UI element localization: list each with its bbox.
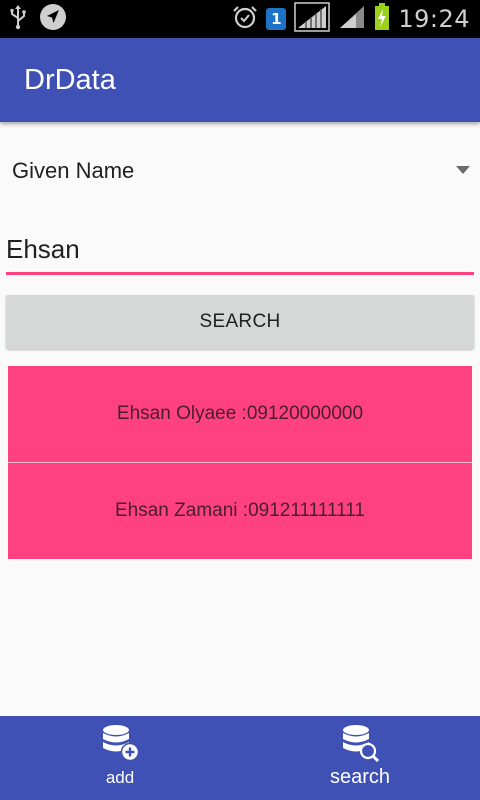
field-type-dropdown[interactable]: Given Name (0, 142, 480, 200)
database-search-icon (340, 724, 380, 766)
status-time: 19:24 (398, 5, 470, 33)
bottom-navigation: add search (0, 716, 480, 800)
nav-search-button[interactable]: search (300, 724, 420, 796)
search-input-underline (6, 272, 474, 275)
nav-search-label: search (329, 766, 391, 788)
search-button[interactable]: SEARCH (6, 295, 474, 349)
app-bar: DrData (0, 38, 480, 122)
results-list: Ehsan Olyaee :09120000000 Ehsan Zamani :… (8, 366, 472, 559)
search-input[interactable] (6, 228, 474, 270)
app-title: DrData (24, 64, 116, 96)
nav-add-label: add (105, 768, 135, 787)
dropdown-selected-value: Given Name (12, 158, 135, 183)
battery-charging-icon (374, 3, 390, 35)
usb-icon (8, 4, 28, 34)
result-item[interactable]: Ehsan Olyaee :09120000000 (8, 366, 472, 463)
signal-icon (294, 2, 331, 36)
search-field (6, 228, 474, 276)
database-add-icon (100, 724, 140, 766)
status-bar: 1 19:24 (0, 0, 480, 38)
dropdown-arrow-icon (456, 166, 470, 174)
result-item[interactable]: Ehsan Zamani :091211111111 (8, 463, 472, 559)
alarm-icon (232, 4, 258, 34)
wifi-signal-icon (338, 4, 366, 34)
navigation-icon (38, 2, 68, 36)
sim-icon: 1 (266, 8, 287, 30)
nav-add-button[interactable]: add (60, 724, 180, 796)
